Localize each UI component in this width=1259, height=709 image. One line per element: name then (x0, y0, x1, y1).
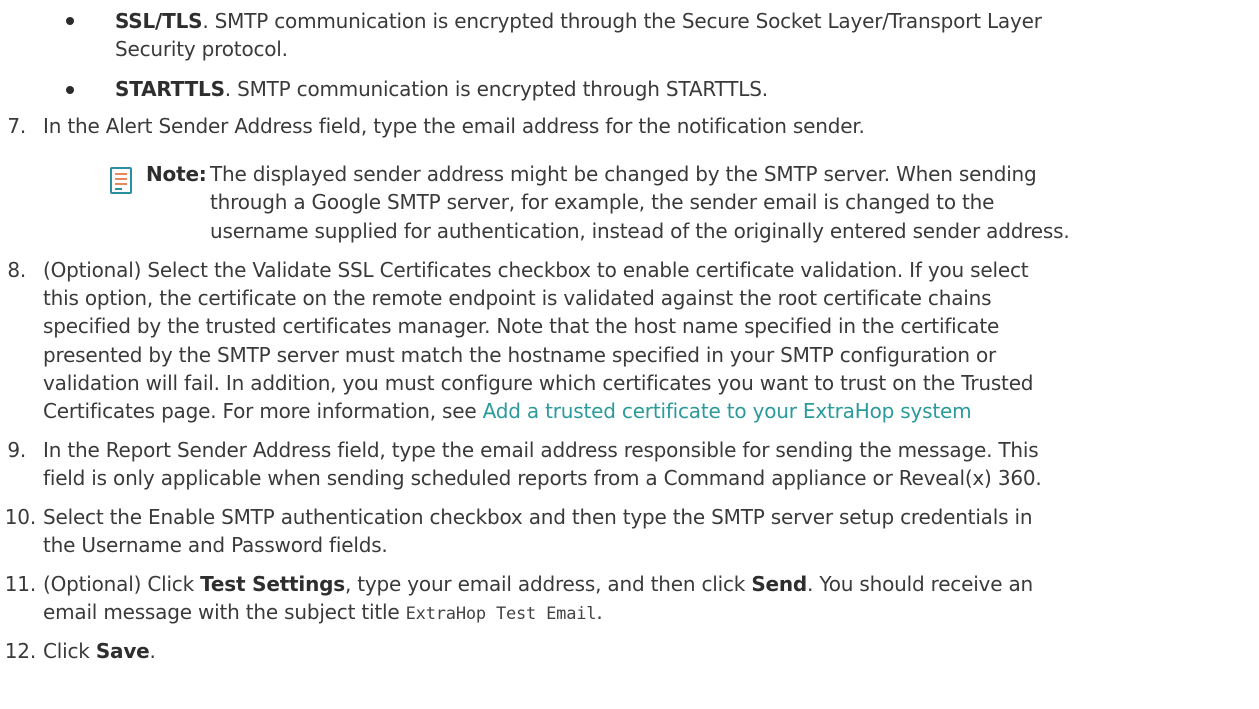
step-number: 10. (4, 505, 36, 529)
documentation-page: SSL/TLS. SMTP communication is encrypted… (0, 0, 1259, 709)
step-7-text: In the Alert Sender Address field, type … (43, 114, 865, 138)
step-8-line1: (Optional) Select the Validate SSL Certi… (43, 258, 1029, 282)
step-10-line1: Select the Enable SMTP authentication ch… (43, 505, 1033, 529)
test-settings-label: Test Settings (200, 572, 345, 596)
note-block: Note: The displayed sender address might… (0, 162, 1259, 253)
bullet-dot (66, 17, 74, 25)
bullet-dot (66, 86, 74, 94)
step-10-line2: the Username and Password fields. (43, 533, 388, 557)
step-8-line2: this option, the certificate on the remo… (43, 286, 992, 310)
step-number: 11. (4, 572, 36, 596)
term-ssl-tls: SSL/TLS (115, 9, 203, 33)
step-number: 9. (7, 438, 26, 462)
step-11-line2: email message with the subject title Ext… (43, 600, 603, 624)
note-line2: through a Google SMTP server, for exampl… (210, 190, 995, 214)
send-label: Send (751, 572, 808, 596)
step-9-line1: In the Report Sender Address field, type… (43, 438, 1039, 462)
email-subject-code: ExtraHop Test Email (405, 604, 597, 624)
step-8-line4: presented by the SMTP server must match … (43, 343, 997, 367)
step-8-line3: specified by the trusted certificates ma… (43, 314, 1000, 338)
step-number: 12. (4, 639, 36, 663)
trusted-certificate-link[interactable]: Add a trusted certificate to your ExtraH… (483, 399, 972, 423)
note-icon (110, 167, 132, 194)
note-label: Note: (146, 162, 207, 186)
note-line3: username supplied for authentication, in… (210, 219, 1070, 243)
bullet-ssl-tls-line2: Security protocol. (115, 37, 288, 61)
term-starttls: STARTTLS (115, 77, 225, 101)
bullet-ssl-tls-line1: SSL/TLS. SMTP communication is encrypted… (115, 9, 1042, 33)
step-12-text: Click Save. (43, 639, 156, 663)
save-label: Save (95, 639, 150, 663)
step-number: 7. (7, 114, 26, 138)
bullet-starttls: STARTTLS. SMTP communication is encrypte… (115, 77, 768, 101)
step-9-line2: field is only applicable when sending sc… (43, 466, 1042, 490)
step-8-line5: validation will fail. In addition, you m… (43, 371, 1034, 395)
step-8-line6: Certificates page. For more information,… (43, 399, 972, 423)
step-11-line1: (Optional) Click Test Settings, type you… (43, 572, 1033, 596)
note-line1: The displayed sender address might be ch… (210, 162, 1037, 186)
step-number: 8. (7, 258, 26, 282)
